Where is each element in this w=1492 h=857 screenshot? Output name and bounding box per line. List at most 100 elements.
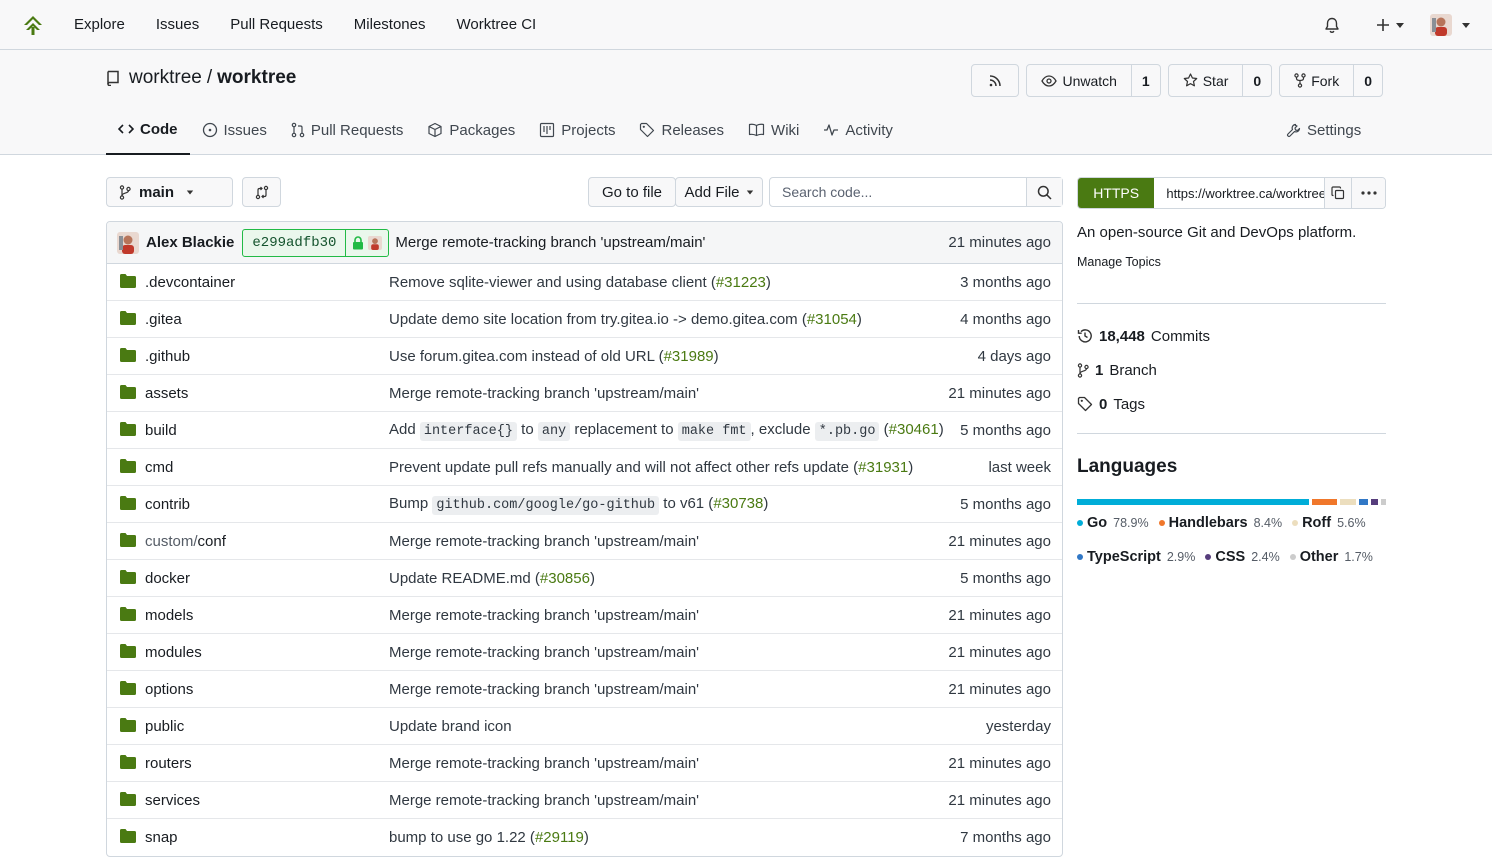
commit-message[interactable]: Merge remote-tracking branch 'upstream/m… — [389, 644, 699, 661]
folder-icon — [120, 570, 136, 584]
manage-topics-link[interactable]: Manage Topics — [1077, 255, 1386, 269]
compare-button[interactable] — [242, 177, 281, 207]
tab-settings[interactable]: Settings — [1274, 105, 1394, 155]
language-percent: 5.6% — [1337, 516, 1366, 530]
commit-message[interactable]: Merge remote-tracking branch 'upstream/m… — [389, 607, 699, 624]
pull-request-link[interactable]: #31931 — [858, 459, 908, 476]
watchers-count[interactable]: 1 — [1130, 65, 1160, 96]
file-name-link[interactable]: contrib — [145, 496, 190, 513]
avatar[interactable] — [117, 231, 139, 254]
commit-message[interactable]: Merge remote-tracking branch 'upstream/m… — [389, 792, 699, 809]
commit-message[interactable]: Update brand icon — [389, 718, 512, 735]
file-name-link[interactable]: .github — [145, 348, 190, 365]
file-name-link[interactable]: options — [145, 681, 193, 698]
commit-message[interactable]: Update demo site location from try.gitea… — [389, 311, 862, 328]
pull-request-link[interactable]: #30461 — [889, 421, 939, 438]
tab-projects[interactable]: Projects — [527, 105, 627, 155]
file-name-link[interactable]: public — [145, 718, 184, 735]
file-name-link[interactable]: modules — [145, 644, 202, 661]
file-name-link[interactable]: snap — [145, 829, 178, 846]
file-name-link[interactable]: .devcontainer — [145, 274, 235, 291]
nav-explore[interactable]: Explore — [74, 16, 125, 33]
user-menu-button[interactable] — [1430, 14, 1470, 36]
repo-owner-link[interactable]: worktree — [129, 67, 202, 89]
tab-releases[interactable]: Releases — [627, 105, 736, 155]
nav-pull-requests[interactable]: Pull Requests — [230, 16, 323, 33]
package-icon — [428, 122, 443, 138]
language-item[interactable]: TypeScript 2.9% — [1077, 549, 1195, 565]
pull-request-link[interactable]: #31989 — [664, 348, 714, 365]
nav-worktree-ci[interactable]: Worktree CI — [456, 16, 536, 33]
tab-packages[interactable]: Packages — [415, 105, 527, 155]
add-file-button[interactable]: Add File — [675, 177, 763, 207]
create-new-button[interactable] — [1376, 18, 1404, 32]
file-name-link[interactable]: assets — [145, 385, 188, 402]
clone-url-input[interactable] — [1154, 178, 1325, 208]
commit-message[interactable]: Merge remote-tracking branch 'upstream/m… — [389, 533, 699, 550]
nav-milestones[interactable]: Milestones — [354, 16, 426, 33]
commit-message[interactable]: bump to use go 1.22 (#29119) — [389, 829, 589, 846]
file-name-link[interactable]: services — [145, 792, 200, 809]
file-name-link[interactable]: docker — [145, 570, 190, 587]
commit-message[interactable]: Add interface{} to any replacement to ma… — [389, 421, 944, 441]
clone-protocol-button[interactable]: HTTPS — [1078, 178, 1155, 208]
repo-name-link[interactable]: worktree — [217, 67, 296, 89]
commit-message[interactable]: Prevent update pull refs manually and wi… — [389, 459, 913, 476]
signature-badge[interactable] — [346, 235, 388, 250]
pull-request-link[interactable]: #29119 — [535, 829, 584, 846]
commit-message[interactable]: Merge remote-tracking branch 'upstream/m… — [389, 681, 699, 698]
tab-wiki[interactable]: Wiki — [736, 105, 811, 155]
file-name-link[interactable]: .gitea — [145, 311, 182, 328]
search-code-input[interactable] — [770, 178, 1026, 206]
lock-icon — [353, 235, 364, 249]
star-button[interactable]: Star — [1169, 65, 1243, 96]
tags-link[interactable]: 0 Tags — [1077, 387, 1386, 421]
notifications-bell-icon[interactable] — [1324, 17, 1340, 34]
rss-icon — [990, 74, 1002, 86]
file-name-link[interactable]: cmd — [145, 459, 173, 476]
pull-request-link[interactable]: #31223 — [716, 274, 766, 291]
language-item[interactable]: Other 1.7% — [1289, 549, 1373, 565]
forks-count[interactable]: 0 — [1353, 65, 1382, 96]
rss-feed-button[interactable] — [971, 64, 1020, 97]
latest-commit-message[interactable]: Merge remote-tracking branch 'upstream/m… — [395, 234, 705, 251]
go-to-file-button[interactable]: Go to file — [588, 177, 676, 207]
more-options-button[interactable] — [1351, 178, 1385, 208]
commit-message[interactable]: Update README.md (#30856) — [389, 570, 595, 587]
language-name: TypeScript — [1087, 549, 1161, 565]
pull-request-link[interactable]: #30856 — [540, 570, 590, 587]
language-item[interactable]: Roff 5.6% — [1292, 515, 1366, 531]
pull-request-link[interactable]: #31054 — [807, 311, 857, 328]
nav-issues[interactable]: Issues — [156, 16, 199, 33]
commit-message[interactable]: Remove sqlite-viewer and using database … — [389, 274, 771, 291]
commit-author[interactable]: Alex Blackie — [146, 234, 234, 251]
copy-url-button[interactable] — [1324, 178, 1352, 208]
commit-message[interactable]: Merge remote-tracking branch 'upstream/m… — [389, 385, 699, 402]
pull-request-link[interactable]: #30738 — [713, 495, 763, 512]
commit-message[interactable]: Bump github.com/google/go-github to v61 … — [389, 495, 768, 515]
file-name-link[interactable]: build — [145, 422, 177, 439]
commits-link[interactable]: 18,448 Commits — [1077, 319, 1386, 353]
language-item[interactable]: Handlebars 8.4% — [1158, 515, 1282, 531]
commit-sha-link[interactable]: e299adfb30 — [243, 229, 347, 256]
language-item[interactable]: CSS 2.4% — [1205, 549, 1280, 565]
commit-message[interactable]: Use forum.gitea.com instead of old URL (… — [389, 348, 719, 365]
logo-icon[interactable] — [18, 10, 48, 40]
tab-issues[interactable]: Issues — [190, 105, 279, 155]
tab-pull-requests[interactable]: Pull Requests — [279, 105, 416, 155]
tab-activity[interactable]: Activity — [811, 105, 905, 155]
commit-time: 5 months ago — [960, 495, 1051, 513]
search-button[interactable] — [1026, 178, 1062, 206]
file-name-link[interactable]: models — [145, 607, 193, 624]
fork-button[interactable]: Fork — [1280, 65, 1353, 96]
unwatch-button[interactable]: Unwatch — [1027, 65, 1130, 96]
commit-message[interactable]: Merge remote-tracking branch 'upstream/m… — [389, 755, 699, 772]
file-name-link[interactable]: routers — [145, 755, 192, 772]
branch-selector-button[interactable]: main — [106, 177, 233, 207]
commit-message-text: replacement to — [570, 421, 678, 438]
tab-code[interactable]: Code — [106, 105, 190, 155]
file-name-link[interactable]: custom/conf — [145, 533, 226, 550]
language-item[interactable]: Go 78.9% — [1077, 515, 1149, 531]
stars-count[interactable]: 0 — [1242, 65, 1271, 96]
branches-link[interactable]: 1 Branch — [1077, 353, 1386, 387]
